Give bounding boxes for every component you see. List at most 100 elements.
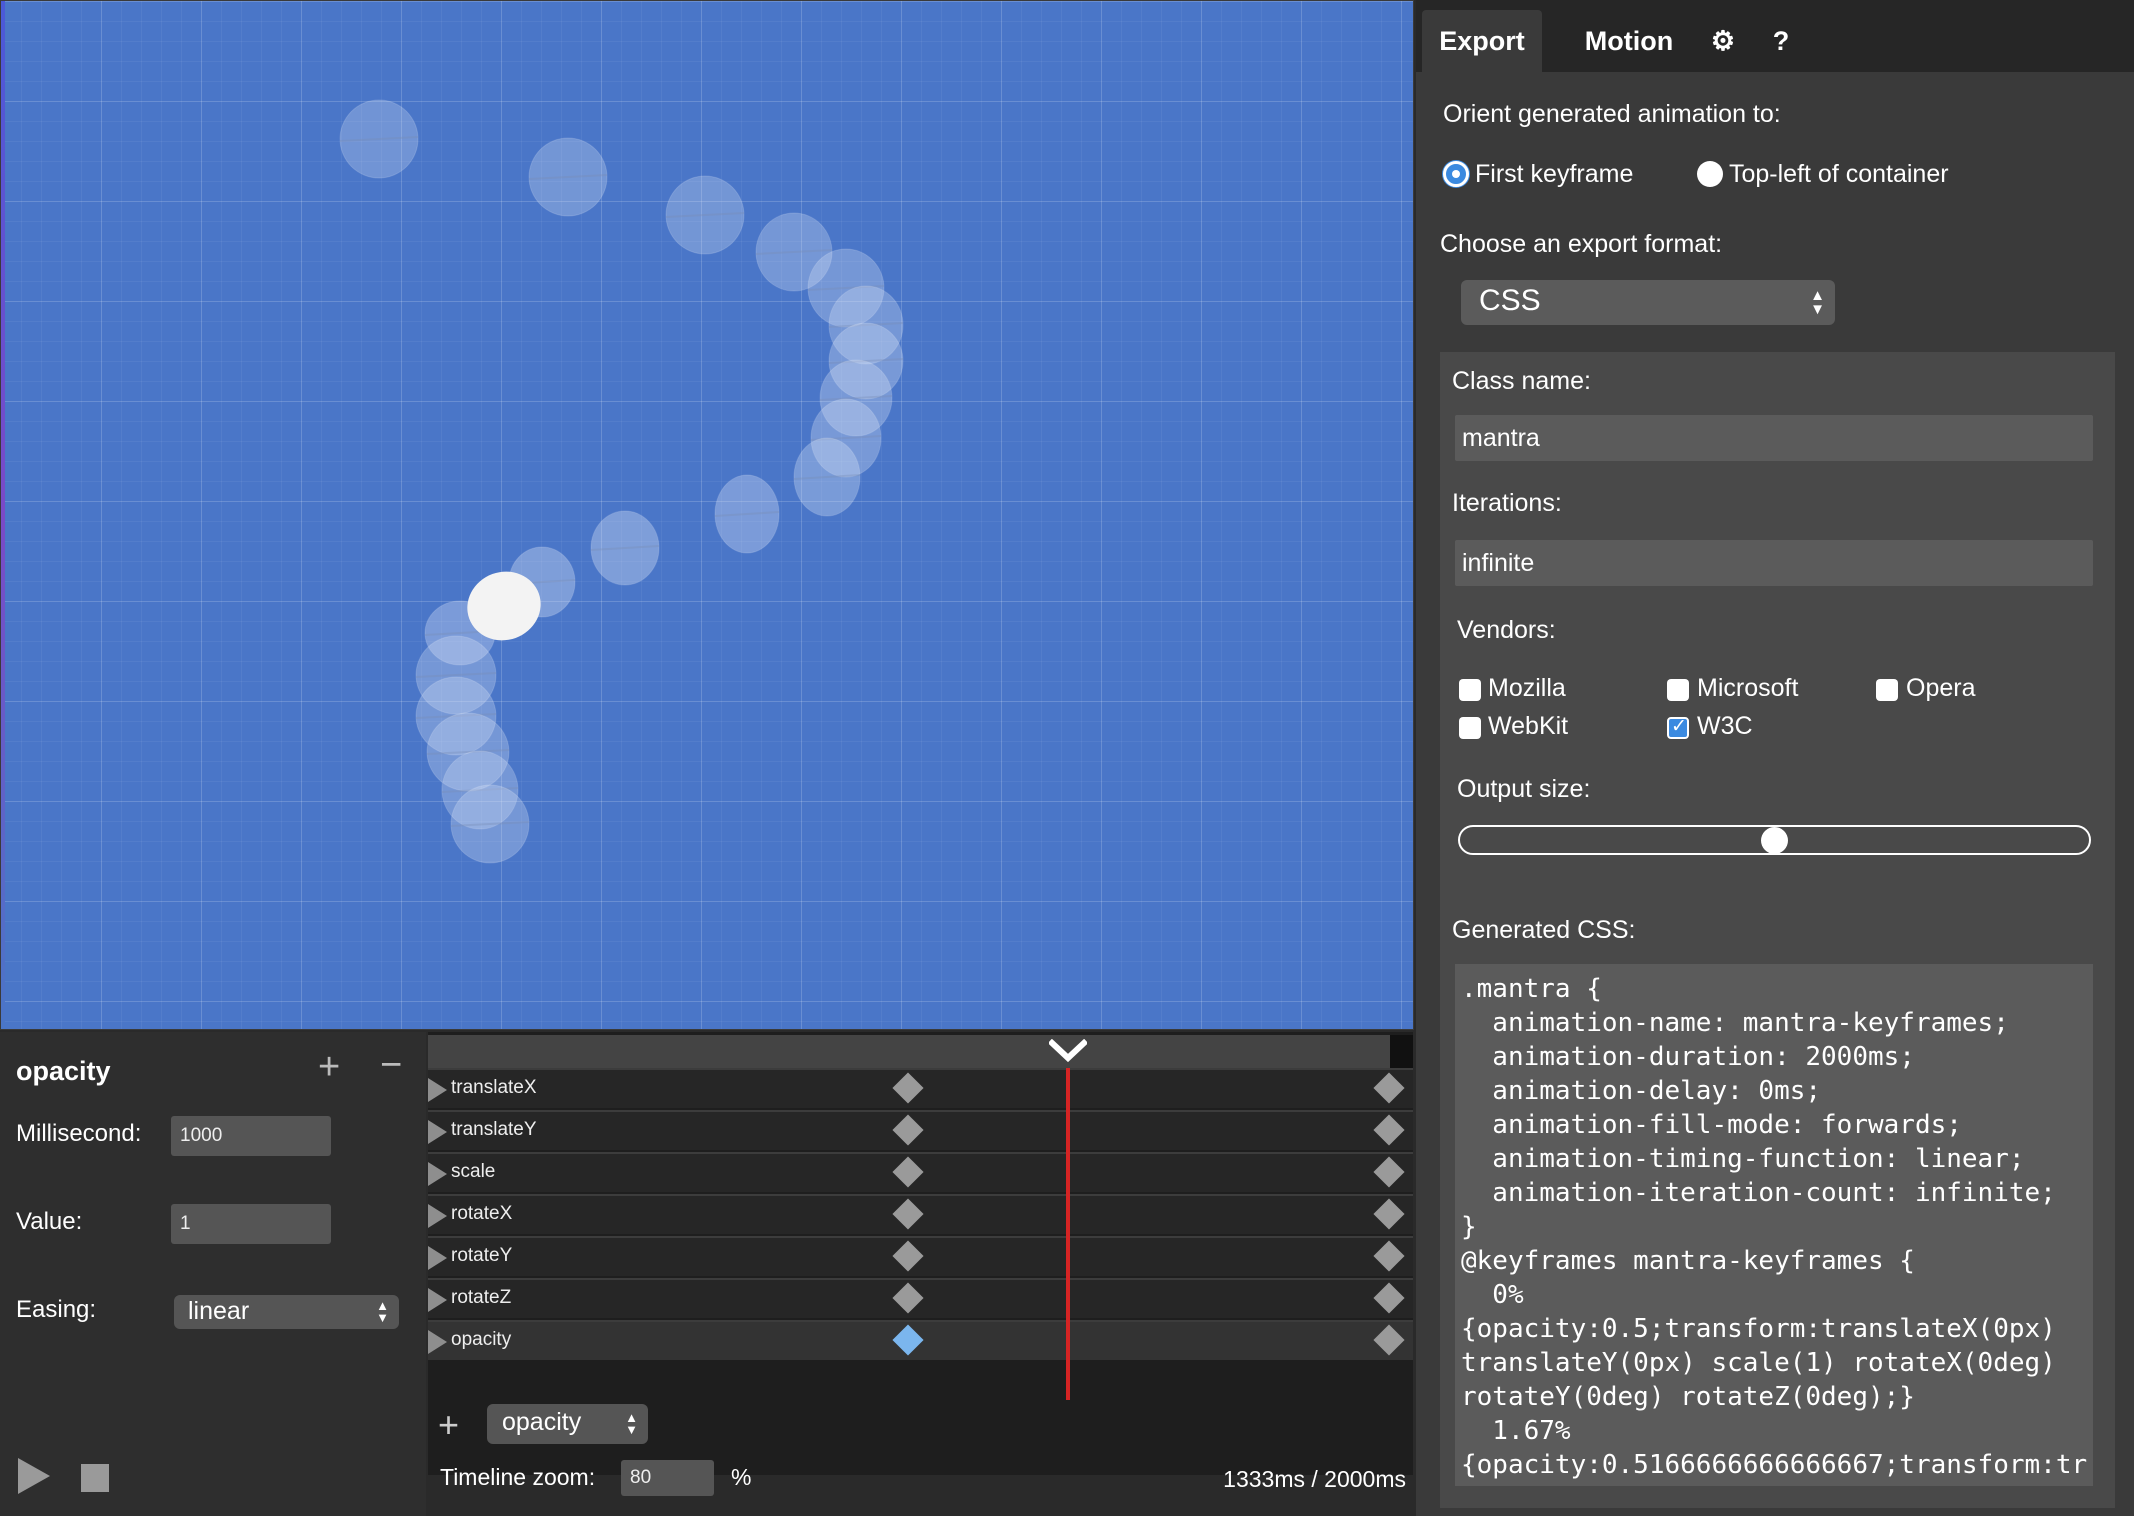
playhead[interactable] <box>1066 1068 1070 1400</box>
track-row[interactable]: rotateZ <box>428 1278 1413 1318</box>
keyframe-diamond[interactable] <box>892 1198 924 1230</box>
stop-icon[interactable] <box>81 1464 109 1492</box>
timeline-ruler[interactable] <box>428 1035 1390 1068</box>
minus-icon[interactable]: − <box>380 1046 402 1084</box>
keyframe-editor: opacity + − Millisecond: Value: Easing: … <box>0 1032 426 1516</box>
vendor-microsoft-label[interactable]: Microsoft <box>1697 674 1798 703</box>
select-arrows-icon: ▲ ▼ <box>625 1410 638 1437</box>
easing-select[interactable]: linear ▲ ▼ <box>174 1295 399 1329</box>
track-label: rotateZ <box>451 1287 512 1308</box>
keyframe-diamond[interactable] <box>1373 1282 1405 1314</box>
chevron-down-icon[interactable] <box>1049 1039 1087 1063</box>
keyframe-diamond[interactable] <box>892 1282 924 1314</box>
tab-export[interactable]: Export <box>1422 10 1542 72</box>
expand-triangle-icon[interactable] <box>428 1078 447 1102</box>
code-line: rotateY(0deg) rotateZ(0deg);} <box>1461 1382 1915 1412</box>
add-track-select[interactable]: opacity ▲ ▼ <box>487 1404 648 1444</box>
track-row[interactable]: scale <box>428 1152 1413 1192</box>
keyframe-diamond[interactable] <box>892 1156 924 1188</box>
code-line: {opacity:0.5;transform:translateX(0px) <box>1461 1314 2056 1344</box>
track-label: rotateX <box>451 1203 513 1224</box>
format-label: Choose an export format: <box>1440 230 1723 258</box>
code-line: {opacity:0.5166666666666667;transform:tr <box>1461 1450 2088 1480</box>
vendor-mozilla-label[interactable]: Mozilla <box>1488 674 1566 703</box>
property-title: opacity <box>16 1056 111 1086</box>
expand-triangle-icon[interactable] <box>428 1246 447 1270</box>
code-line: animation-timing-function: linear; <box>1461 1144 2025 1174</box>
keyframe-diamond[interactable] <box>1373 1324 1405 1356</box>
track-row[interactable]: rotateX <box>428 1194 1413 1234</box>
expand-triangle-icon[interactable] <box>428 1162 447 1186</box>
keyframe-diamond[interactable] <box>892 1072 924 1104</box>
plus-icon[interactable]: + <box>318 1048 340 1086</box>
time-readout: 1333ms / 2000ms <box>1223 1466 1406 1492</box>
checkbox-webkit[interactable] <box>1459 717 1481 739</box>
code-line: .mantra { <box>1461 974 1602 1004</box>
keyframe-diamond[interactable] <box>1373 1114 1405 1146</box>
expand-triangle-icon[interactable] <box>428 1204 447 1228</box>
generated-css-output[interactable]: .mantra { animation-name: mantra-keyfram… <box>1455 964 2093 1486</box>
checkbox-microsoft[interactable] <box>1667 679 1689 701</box>
select-arrows-icon: ▲ ▼ <box>1810 286 1825 318</box>
code-line: 0% <box>1461 1280 1524 1310</box>
add-track-select-value: opacity <box>502 1408 582 1436</box>
help-button[interactable]: ? <box>1766 10 1796 72</box>
output-size-slider-thumb[interactable] <box>1761 827 1788 854</box>
track-row[interactable]: translateY <box>428 1110 1413 1150</box>
easing-label: Easing: <box>16 1296 97 1323</box>
generated-css-label: Generated CSS: <box>1452 916 1636 944</box>
keyframe-diamond[interactable] <box>892 1240 924 1272</box>
track-row[interactable]: rotateY <box>428 1236 1413 1276</box>
keyframe-diamond-selected[interactable] <box>892 1324 924 1356</box>
checkbox-w3c[interactable] <box>1667 715 1689 739</box>
class-name-label: Class name: <box>1452 367 1591 395</box>
code-line: 1.67% <box>1461 1416 1571 1446</box>
code-line: translateY(0px) scale(1) rotateX(0deg) <box>1461 1348 2056 1378</box>
vendor-webkit-label[interactable]: WebKit <box>1488 712 1568 741</box>
keyframe-diamond[interactable] <box>1373 1072 1405 1104</box>
stage-canvas[interactable] <box>0 0 1414 1030</box>
checkbox-opera[interactable] <box>1876 679 1898 701</box>
code-line: } <box>1461 1212 1477 1242</box>
timeline-zoom-input[interactable] <box>621 1460 714 1496</box>
expand-triangle-icon[interactable] <box>428 1120 447 1144</box>
vendor-opera-label[interactable]: Opera <box>1906 674 1975 703</box>
value-input[interactable] <box>171 1204 331 1244</box>
track-row[interactable]: translateX <box>428 1068 1413 1108</box>
keyframe-diamond[interactable] <box>892 1114 924 1146</box>
play-icon[interactable] <box>18 1458 50 1494</box>
keyframe-diamond[interactable] <box>1373 1156 1405 1188</box>
format-select[interactable]: CSS ▲ ▼ <box>1461 280 1835 325</box>
checkbox-mozilla[interactable] <box>1459 679 1481 701</box>
code-line: animation-iteration-count: infinite; <box>1461 1178 2056 1208</box>
keyframe-diamond[interactable] <box>1373 1240 1405 1272</box>
plus-icon[interactable]: + <box>438 1407 459 1443</box>
radio-first-keyframe[interactable] <box>1443 161 1469 187</box>
expand-triangle-icon[interactable] <box>428 1330 447 1354</box>
track-row[interactable]: opacity <box>428 1320 1413 1360</box>
tab-bar: Export Motion ⚙ ? <box>1416 0 2134 72</box>
select-arrows-icon: ▲ ▼ <box>376 1298 389 1325</box>
code-line: animation-fill-mode: forwards; <box>1461 1110 1962 1140</box>
millisecond-label: Millisecond: <box>16 1120 142 1147</box>
class-name-input[interactable]: mantra <box>1455 415 2093 461</box>
code-line: animation-delay: 0ms; <box>1461 1076 1822 1106</box>
millisecond-input[interactable] <box>171 1116 331 1156</box>
code-line: @keyframes mantra-keyframes { <box>1461 1246 1915 1276</box>
track-label: rotateY <box>451 1245 513 1266</box>
radio-top-left-label[interactable]: Top-left of container <box>1729 160 1949 189</box>
timeline: translateX translateY scale rotateX rotateY r… <box>428 1032 1413 1516</box>
vendors-label: Vendors: <box>1457 616 1556 644</box>
keyframe-diamond[interactable] <box>1373 1198 1405 1230</box>
output-size-label: Output size: <box>1457 775 1591 803</box>
code-line: animation-name: mantra-keyframes; <box>1461 1008 2009 1038</box>
orient-label: Orient generated animation to: <box>1443 100 1781 128</box>
tab-motion[interactable]: Motion <box>1564 10 1694 72</box>
radio-top-left[interactable] <box>1697 161 1723 187</box>
expand-triangle-icon[interactable] <box>428 1288 447 1312</box>
format-select-value: CSS <box>1479 284 1541 317</box>
vendor-w3c-label[interactable]: W3C <box>1697 712 1753 741</box>
radio-first-keyframe-label[interactable]: First keyframe <box>1475 160 1633 189</box>
iterations-input[interactable]: infinite <box>1455 540 2093 586</box>
gear-icon[interactable]: ⚙ <box>1698 10 1748 72</box>
